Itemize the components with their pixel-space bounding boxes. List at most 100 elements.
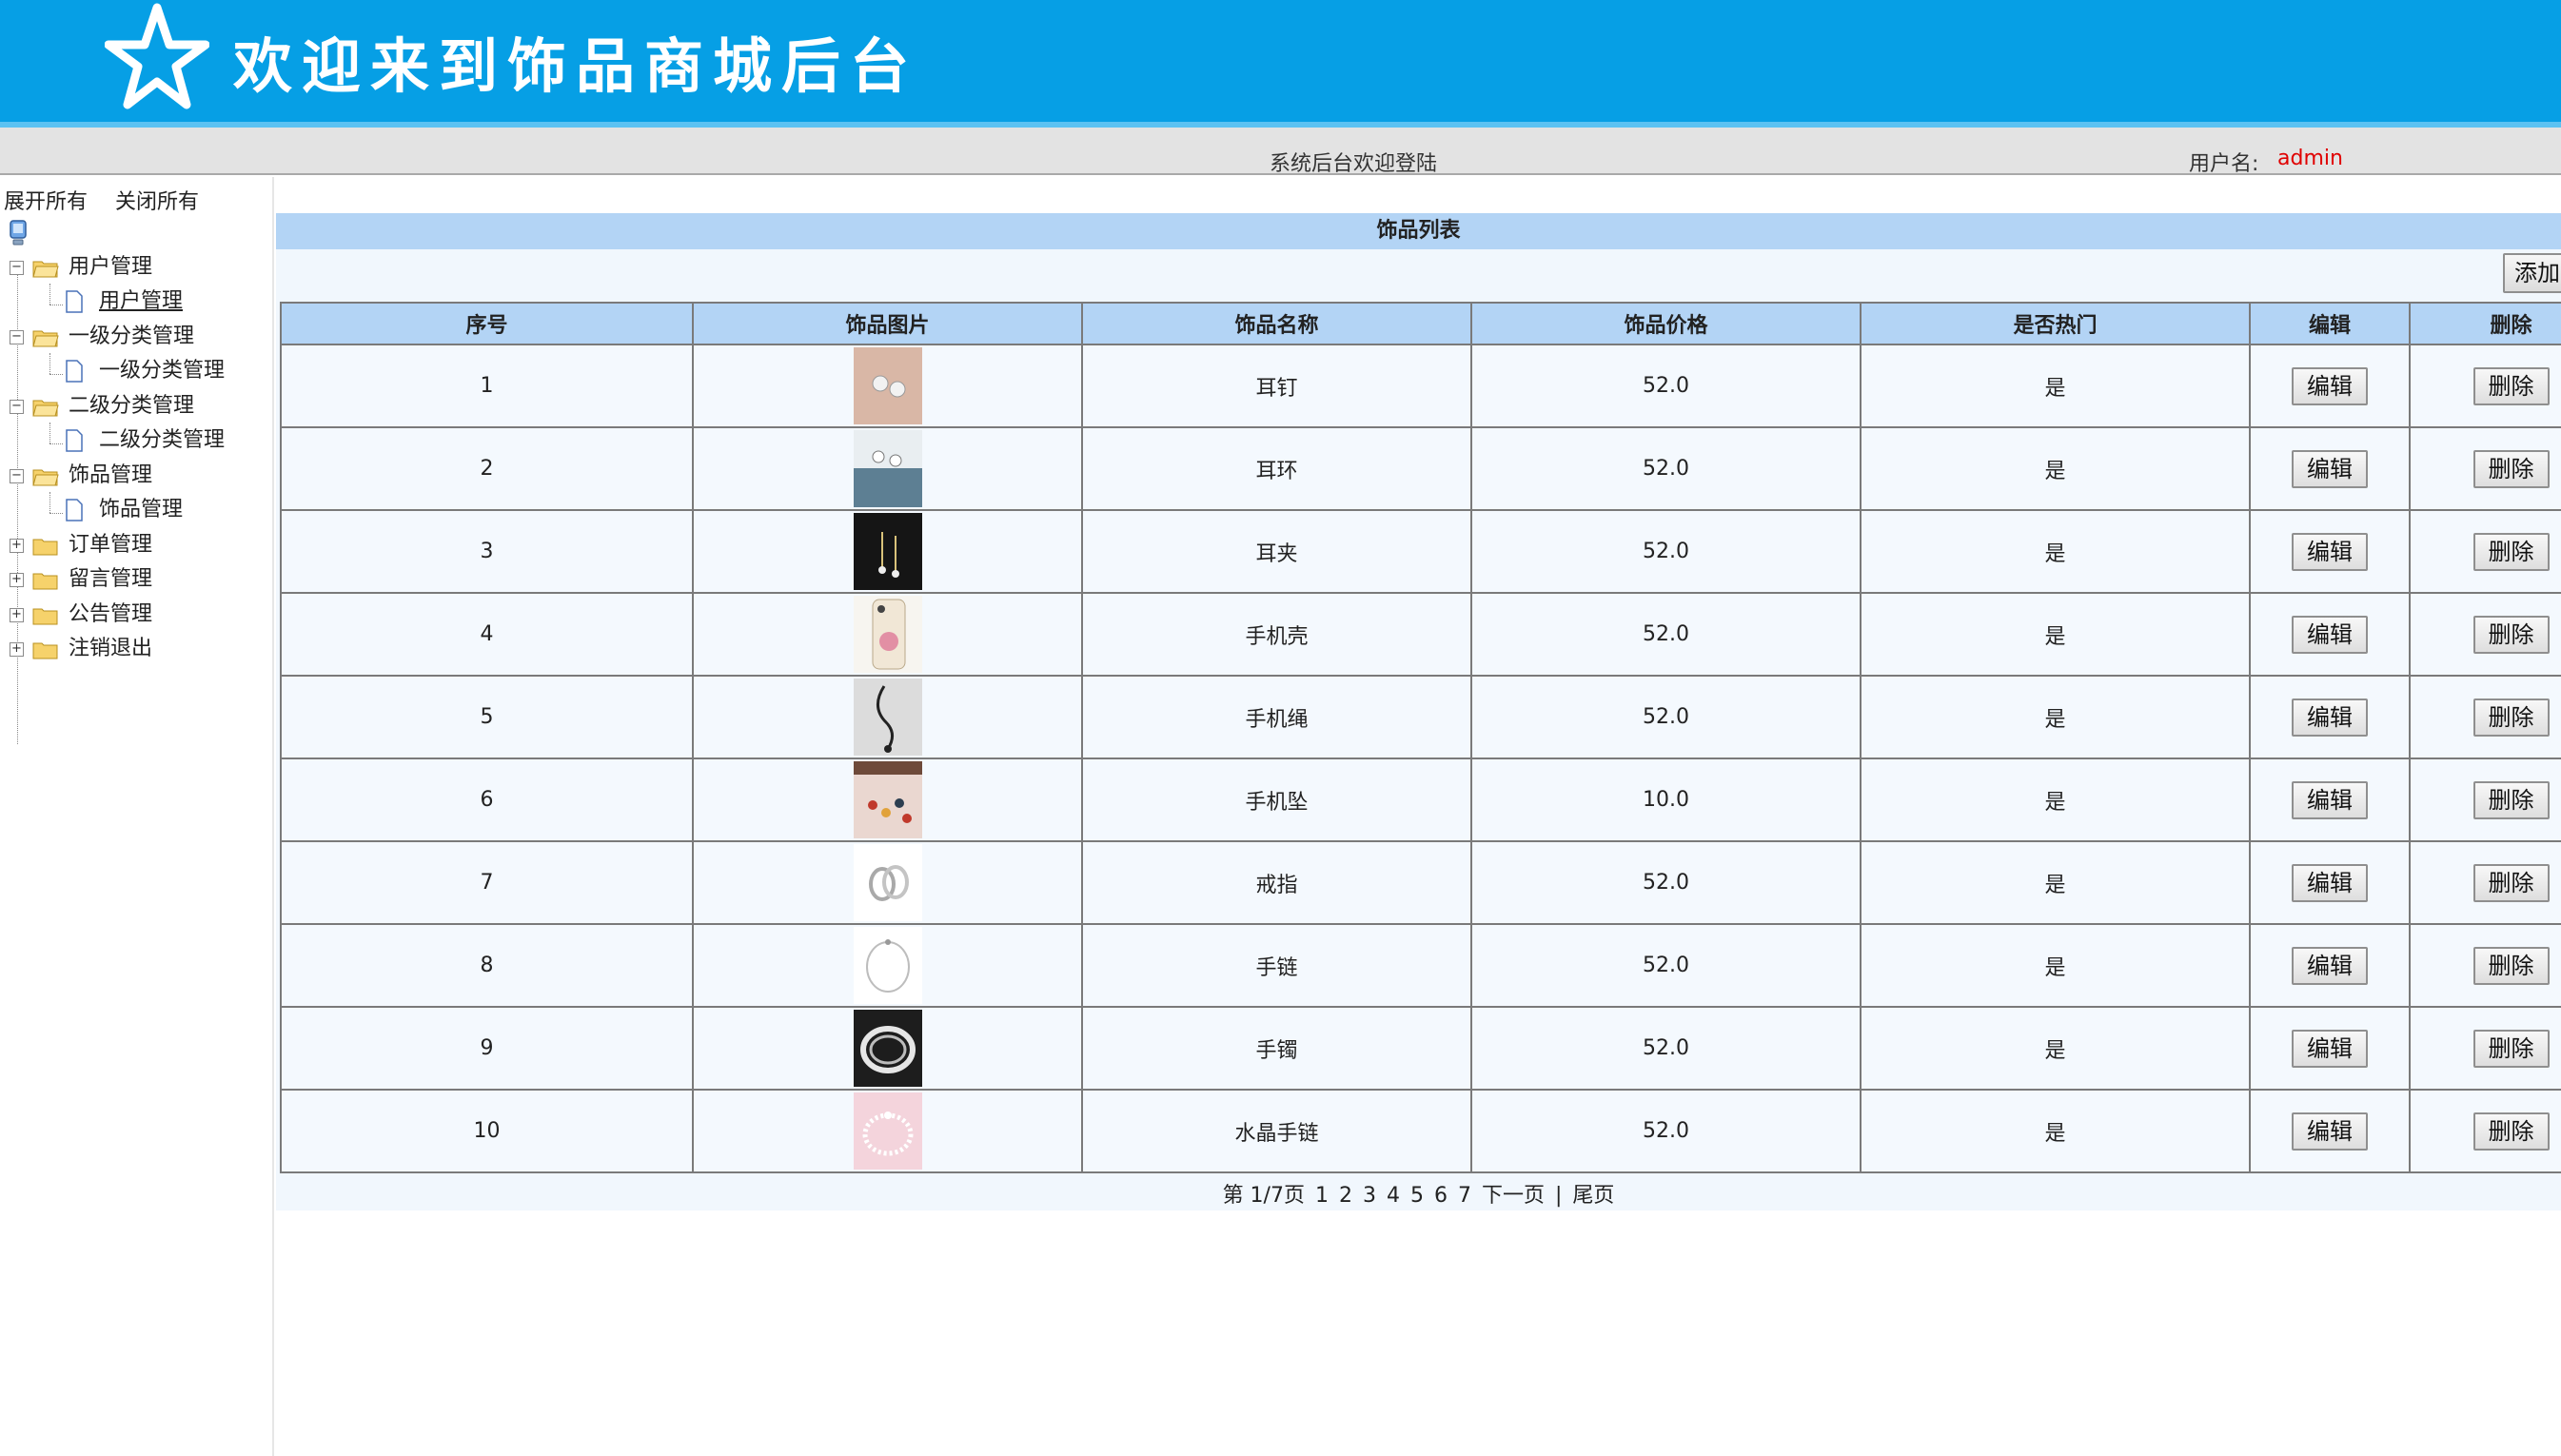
collapse-toggle-icon[interactable]: − <box>10 469 24 483</box>
tree-group-goods[interactable]: − 饰品管理 <box>0 460 274 492</box>
cell-edit: 编辑 <box>2249 344 2411 428</box>
cell-delete: 删除 <box>2409 840 2561 925</box>
folder-icon <box>32 539 58 556</box>
tree-item-category-1[interactable]: 一级分类管理 <box>0 355 274 387</box>
pagination: 第 1/7页 1 2 3 4 5 6 7 下一页 | 尾页 <box>276 1178 2561 1209</box>
folder-open-icon <box>32 469 59 486</box>
collapse-toggle-icon[interactable]: − <box>10 330 24 344</box>
page-link-7[interactable]: 7 <box>1458 1184 1471 1208</box>
next-page-link[interactable]: 下一页 <box>1482 1184 1545 1208</box>
cell-id: 3 <box>280 509 694 594</box>
tree-group-category-2[interactable]: − 二级分类管理 <box>0 390 274 423</box>
cell-delete: 删除 <box>2409 923 2561 1008</box>
cell-image <box>692 675 1083 759</box>
cell-edit: 编辑 <box>2249 758 2411 842</box>
delete-button[interactable]: 删除 <box>2472 863 2550 902</box>
delete-button[interactable]: 删除 <box>2472 1029 2550 1068</box>
column-header-image: 饰品图片 <box>692 302 1083 345</box>
edit-button[interactable]: 编辑 <box>2292 780 2368 819</box>
cell-name: 手镯 <box>1081 1006 1472 1091</box>
tree-group-label: 公告管理 <box>69 602 153 626</box>
delete-button[interactable]: 删除 <box>2472 449 2550 488</box>
delete-button[interactable]: 删除 <box>2472 615 2550 654</box>
cell-delete: 删除 <box>2409 675 2561 759</box>
tree-item-category-2[interactable]: 二级分类管理 <box>0 424 274 457</box>
tree-group-orders[interactable]: + 订单管理 <box>0 529 274 561</box>
expand-toggle-icon[interactable]: + <box>10 642 24 657</box>
expand-toggle-icon[interactable]: + <box>10 539 24 553</box>
collapse-all-link[interactable]: 关闭所有 <box>115 190 199 214</box>
page-link-6[interactable]: 6 <box>1434 1184 1448 1208</box>
table-row: 7 戒指 52.0 是 编辑 删除 <box>280 840 2561 925</box>
page-link-5[interactable]: 5 <box>1410 1184 1424 1208</box>
cell-id: 9 <box>280 1006 694 1091</box>
expand-all-link[interactable]: 展开所有 <box>4 190 88 214</box>
cell-image <box>692 592 1083 677</box>
edit-button[interactable]: 编辑 <box>2292 615 2368 654</box>
tree-item-goods-management[interactable]: 饰品管理 <box>0 494 274 526</box>
expand-toggle-icon[interactable]: + <box>10 573 24 587</box>
goods-table: 序号 饰品图片 饰品名称 饰品价格 是否热门 编辑 删除 1 耳钉 52.0 是编辑删… <box>280 302 2561 1173</box>
phone-case-image <box>853 596 922 673</box>
column-header-hot: 是否热门 <box>1860 302 2251 345</box>
cell-image <box>692 923 1083 1008</box>
collapse-toggle-icon[interactable]: − <box>10 400 24 414</box>
cell-image <box>692 1006 1083 1091</box>
table-row: 1 耳钉 52.0 是 编辑 删除 <box>280 344 2561 428</box>
tree-group-messages[interactable]: + 留言管理 <box>0 563 274 596</box>
edit-button[interactable]: 编辑 <box>2292 1029 2368 1068</box>
table-row: 6 手机坠 10.0 是 编辑 删除 <box>280 758 2561 842</box>
cell-price: 52.0 <box>1470 923 1862 1008</box>
delete-button[interactable]: 删除 <box>2472 1112 2550 1151</box>
delete-button[interactable]: 删除 <box>2472 698 2550 737</box>
tree-group-notices[interactable]: + 公告管理 <box>0 599 274 631</box>
edit-button[interactable]: 编辑 <box>2292 698 2368 737</box>
cell-id: 8 <box>280 923 694 1008</box>
page-link-3[interactable]: 3 <box>1363 1184 1376 1208</box>
delete-button[interactable]: 删除 <box>2472 780 2550 819</box>
last-page-link[interactable]: 尾页 <box>1572 1184 1614 1208</box>
cell-name: 耳环 <box>1081 426 1472 511</box>
edit-button[interactable]: 编辑 <box>2292 1112 2368 1151</box>
cell-name: 手链 <box>1081 923 1472 1008</box>
edit-button[interactable]: 编辑 <box>2292 366 2368 405</box>
cell-delete: 删除 <box>2409 1006 2561 1091</box>
cell-image <box>692 509 1083 594</box>
edit-button[interactable]: 编辑 <box>2292 946 2368 985</box>
tree-group-label: 订单管理 <box>69 533 153 557</box>
cell-hot: 是 <box>1860 1089 2251 1173</box>
cell-price: 52.0 <box>1470 840 1862 925</box>
table-row: 3 耳夹 52.0 是 编辑 删除 <box>280 509 2561 594</box>
cell-hot: 是 <box>1860 426 2251 511</box>
tree-group-label: 留言管理 <box>69 567 153 591</box>
collapse-toggle-icon[interactable]: − <box>10 261 24 275</box>
add-button[interactable]: 添加 <box>2503 253 2561 293</box>
earrings-image <box>853 430 922 507</box>
page-link-1[interactable]: 1 <box>1315 1184 1329 1208</box>
edit-button[interactable]: 编辑 <box>2292 532 2368 571</box>
tree-group-label: 饰品管理 <box>69 463 153 487</box>
column-header-delete: 删除 <box>2409 302 2561 345</box>
expand-toggle-icon[interactable]: + <box>10 608 24 622</box>
edit-button[interactable]: 编辑 <box>2292 449 2368 488</box>
cell-image <box>692 344 1083 428</box>
delete-button[interactable]: 删除 <box>2472 532 2550 571</box>
table-header-row: 序号 饰品图片 饰品名称 饰品价格 是否热门 编辑 删除 <box>280 302 2561 345</box>
cell-name: 水晶手链 <box>1081 1089 1472 1173</box>
delete-button[interactable]: 删除 <box>2472 366 2550 405</box>
edit-button[interactable]: 编辑 <box>2292 863 2368 902</box>
page-link-4[interactable]: 4 <box>1387 1184 1400 1208</box>
cell-image <box>692 840 1083 925</box>
tree-item-label: 用户管理 <box>99 289 184 313</box>
tree-group-user[interactable]: − 用户管理 <box>0 251 274 284</box>
delete-button[interactable]: 删除 <box>2472 946 2550 985</box>
page-link-2[interactable]: 2 <box>1339 1184 1352 1208</box>
column-header-edit: 编辑 <box>2249 302 2411 345</box>
tree-item-user-management[interactable]: 用户管理 <box>0 285 274 318</box>
tree-group-category-1[interactable]: − 一级分类管理 <box>0 321 274 353</box>
tree-group-logout[interactable]: + 注销退出 <box>0 633 274 665</box>
folder-open-icon <box>32 330 59 347</box>
page-info: 第 1/7页 <box>1222 1184 1305 1208</box>
table-row: 5 手机绳 52.0 是 编辑 删除 <box>280 675 2561 759</box>
earring-studs-image <box>853 347 922 424</box>
